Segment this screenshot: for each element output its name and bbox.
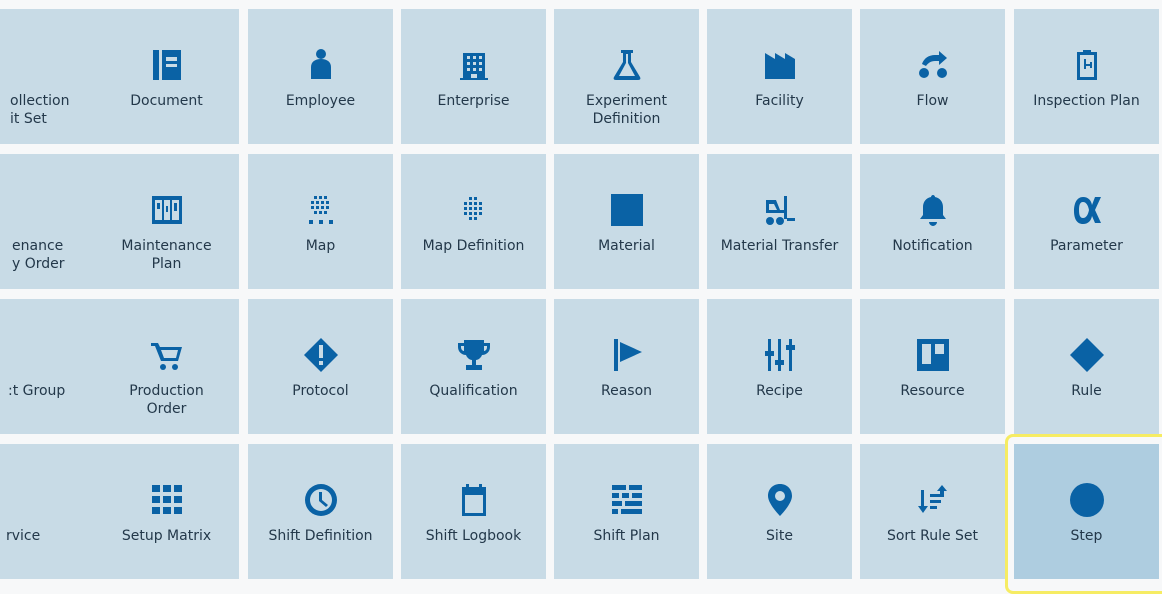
tile-setup-matrix[interactable]: Setup Matrix bbox=[94, 444, 239, 579]
tile-label: enance y Order bbox=[12, 238, 65, 272]
tile-label: Document bbox=[130, 93, 203, 109]
tile-production-order[interactable]: Production Order bbox=[94, 299, 239, 434]
tile-map[interactable]: Map bbox=[248, 154, 393, 289]
tile-label: Site bbox=[766, 528, 793, 544]
flask-icon bbox=[554, 47, 699, 83]
tile-label: Shift Logbook bbox=[425, 528, 522, 544]
tile-protocol[interactable]: Protocol bbox=[248, 299, 393, 434]
tile-label: Resource bbox=[900, 383, 965, 399]
flow-icon bbox=[860, 47, 1005, 83]
tile-shift-plan[interactable]: Shift Plan bbox=[554, 444, 699, 579]
tile-label: Rule bbox=[1071, 383, 1102, 399]
tile-label: ollection it Set bbox=[10, 93, 70, 127]
sort-icon bbox=[860, 482, 1005, 518]
diamond-icon bbox=[1014, 337, 1159, 373]
tile-label: Step bbox=[1070, 528, 1103, 544]
tile-sort-rule-set[interactable]: Sort Rule Set bbox=[860, 444, 1005, 579]
tile-service[interactable]: rvice bbox=[0, 444, 95, 579]
employee-icon bbox=[248, 47, 393, 83]
tile-enterprise[interactable]: Enterprise bbox=[401, 9, 546, 144]
tile-flow[interactable]: Flow bbox=[860, 9, 1005, 144]
trophy-icon bbox=[401, 337, 546, 373]
tile-rule[interactable]: Rule bbox=[1014, 299, 1159, 434]
tile-label: Enterprise bbox=[437, 93, 510, 109]
tile-collection-limit-set[interactable]: ollection it Set bbox=[0, 9, 95, 144]
tile-label: Material bbox=[598, 238, 655, 254]
material-square-icon bbox=[554, 192, 699, 228]
tile-label: Sort Rule Set bbox=[886, 528, 979, 544]
flag-icon bbox=[554, 337, 699, 373]
tile-label: Material Transfer bbox=[720, 238, 839, 254]
tile-label: Map Definition bbox=[422, 238, 525, 254]
map-definition-icon bbox=[401, 192, 546, 228]
enterprise-icon bbox=[401, 47, 546, 83]
tile-label: Shift Definition bbox=[268, 528, 373, 544]
tile-label: Recipe bbox=[756, 383, 803, 399]
factory-icon bbox=[707, 47, 852, 83]
calendar-icon bbox=[401, 482, 546, 518]
tile-label: :t Group bbox=[8, 383, 66, 399]
tile-notification[interactable]: Notification bbox=[860, 154, 1005, 289]
product-group-icon bbox=[0, 337, 95, 373]
cone-icon bbox=[0, 192, 95, 228]
collection-icon bbox=[0, 47, 95, 83]
tile-label: Reason bbox=[600, 383, 653, 399]
tile-label: Flow bbox=[916, 93, 949, 109]
tile-facility[interactable]: Facility bbox=[707, 9, 852, 144]
tile-label: Production Order bbox=[129, 383, 204, 417]
alpha-icon bbox=[1014, 192, 1159, 228]
tile-label: Facility bbox=[755, 93, 804, 109]
tile-label: Employee bbox=[285, 93, 356, 109]
tile-parameter[interactable]: Parameter bbox=[1014, 154, 1159, 289]
tile-employee[interactable]: Employee bbox=[248, 9, 393, 144]
tile-label: Notification bbox=[892, 238, 973, 254]
tile-qualification[interactable]: Qualification bbox=[401, 299, 546, 434]
tile-map-definition[interactable]: Map Definition bbox=[401, 154, 546, 289]
protocol-warning-icon bbox=[248, 337, 393, 373]
maintenance-plan-icon bbox=[94, 192, 239, 228]
tile-material[interactable]: Material bbox=[554, 154, 699, 289]
pencil-icon bbox=[0, 482, 95, 518]
bell-icon bbox=[860, 192, 1005, 228]
tile-label: Experiment Definition bbox=[586, 93, 667, 127]
tile-label: Map bbox=[305, 238, 336, 254]
forklift-icon bbox=[707, 192, 852, 228]
map-icon bbox=[248, 192, 393, 228]
document-icon bbox=[94, 47, 239, 83]
tile-label: Protocol bbox=[292, 383, 349, 399]
tile-recipe[interactable]: Recipe bbox=[707, 299, 852, 434]
tile-site[interactable]: Site bbox=[707, 444, 852, 579]
tile-reason[interactable]: Reason bbox=[554, 299, 699, 434]
tile-label: Parameter bbox=[1050, 238, 1123, 254]
sliders-icon bbox=[707, 337, 852, 373]
cart-icon bbox=[94, 337, 239, 373]
tile-document[interactable]: Document bbox=[94, 9, 239, 144]
resource-board-icon bbox=[860, 337, 1005, 373]
tile-shift-logbook[interactable]: Shift Logbook bbox=[401, 444, 546, 579]
tile-experiment-definition[interactable]: Experiment Definition bbox=[554, 9, 699, 144]
tile-maintenance-plan[interactable]: Maintenance Plan bbox=[94, 154, 239, 289]
grid-icon bbox=[94, 482, 239, 518]
tile-inspection-plan[interactable]: Inspection Plan bbox=[1014, 9, 1159, 144]
circle-icon bbox=[1014, 482, 1159, 518]
tile-label: Inspection Plan bbox=[1033, 93, 1140, 109]
tile-label: Qualification bbox=[429, 383, 518, 399]
tile-product-group[interactable]: :t Group bbox=[0, 299, 95, 434]
tile-material-transfer[interactable]: Material Transfer bbox=[707, 154, 852, 289]
clock-icon bbox=[248, 482, 393, 518]
shift-plan-icon bbox=[554, 482, 699, 518]
tile-label: rvice bbox=[6, 528, 41, 544]
tile-label: Setup Matrix bbox=[121, 528, 212, 544]
clipboard-icon bbox=[1014, 47, 1159, 83]
tile-label: Maintenance Plan bbox=[121, 238, 212, 272]
tile-maintenance-activity-order[interactable]: enance y Order bbox=[0, 154, 95, 289]
tile-shift-definition[interactable]: Shift Definition bbox=[248, 444, 393, 579]
tile-label: Shift Plan bbox=[593, 528, 660, 544]
location-pin-icon bbox=[707, 482, 852, 518]
tile-step[interactable]: Step bbox=[1014, 444, 1159, 579]
tile-resource[interactable]: Resource bbox=[860, 299, 1005, 434]
